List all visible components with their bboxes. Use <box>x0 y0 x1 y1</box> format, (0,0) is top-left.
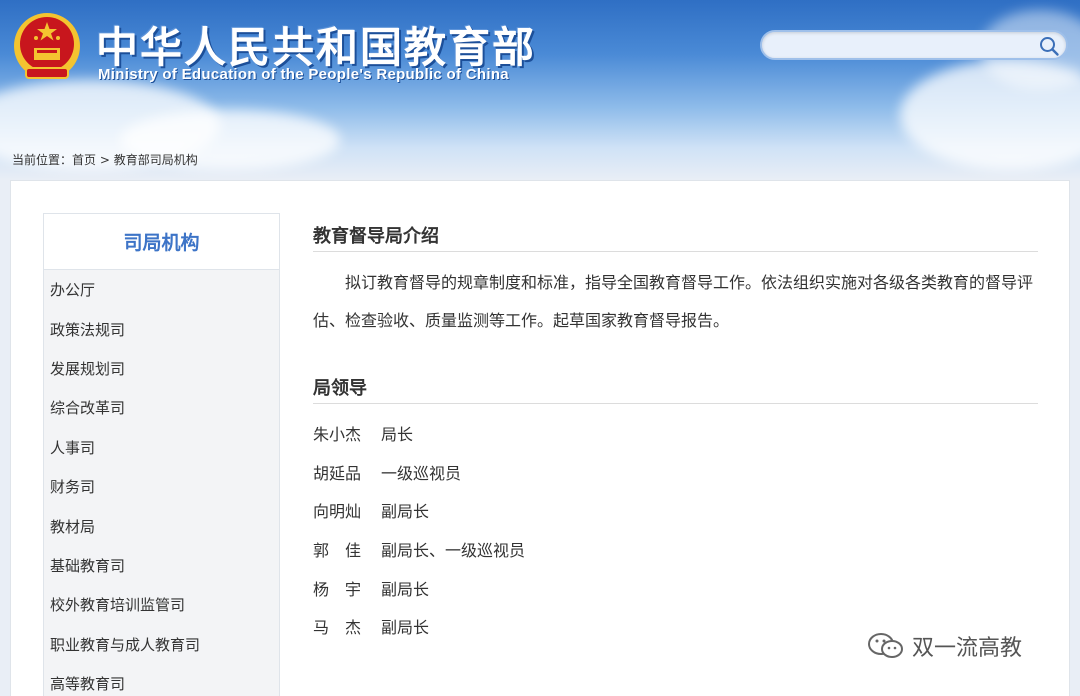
leader-name: 向明灿 <box>313 502 362 522</box>
sidebar-item-textbooks[interactable]: 教材局 <box>44 506 279 545</box>
breadcrumb-current[interactable]: 教育部司局机构 <box>114 153 198 167</box>
sidebar-item-comprehensive-reform[interactable]: 综合改革司 <box>44 388 279 427</box>
sidebar: 司局机构 办公厅 政策法规司 发展规划司 综合改革司 人事司 财务司 教材局 基… <box>43 213 280 696</box>
sidebar-item-off-campus-training[interactable]: 校外教育培训监管司 <box>44 585 279 624</box>
wechat-icon <box>868 633 903 658</box>
leader-title: 副局长 <box>381 618 430 638</box>
leader-title: 副局长 <box>381 502 430 522</box>
breadcrumb-separator: > <box>96 153 114 167</box>
leader-row: 郭 佳 副局长、一级巡视员 <box>313 530 1038 569</box>
intro-paragraph: 拟订教育督导的规章制度和标准，指导全国教育督导工作。依法组织实施对各级各类教育的… <box>313 273 1034 330</box>
breadcrumb-prefix: 当前位置： <box>12 153 73 167</box>
leader-name: 马 杰 <box>313 618 362 638</box>
leader-title: 副局长 <box>381 579 430 599</box>
leader-title: 局长 <box>381 425 414 445</box>
sidebar-title: 司局机构 <box>44 214 279 270</box>
leaders-heading: 局领导 <box>313 374 1038 404</box>
search-box[interactable] <box>760 30 1068 60</box>
sidebar-list: 办公厅 政策法规司 发展规划司 综合改革司 人事司 财务司 教材局 基础教育司 … <box>44 270 279 696</box>
leader-row: 朱小杰 局长 <box>313 414 1038 453</box>
sidebar-item-development-planning[interactable]: 发展规划司 <box>44 349 279 388</box>
sidebar-item-policy-regulations[interactable]: 政策法规司 <box>44 309 279 348</box>
sidebar-item-personnel[interactable]: 人事司 <box>44 428 279 467</box>
sidebar-item-higher-education[interactable]: 高等教育司 <box>44 664 279 696</box>
sidebar-item-finance[interactable]: 财务司 <box>44 467 279 506</box>
intro-heading: 教育督导局介绍 <box>313 222 1038 252</box>
leader-name: 朱小杰 <box>313 425 362 445</box>
main-content: 教育督导局介绍 拟订教育督导的规章制度和标准，指导全国教育督导工作。依法组织实施… <box>313 222 1038 646</box>
watermark-text: 双一流高教 <box>912 636 1023 661</box>
leader-name: 郭 佳 <box>313 541 362 561</box>
national-emblem-icon <box>14 13 80 79</box>
leader-list: 朱小杰 局长 胡延品 一级巡视员 向明灿 副局长 郭 佳 副局长、一级巡视员 杨… <box>313 414 1038 646</box>
breadcrumb-home-link[interactable]: 首页 <box>72 153 96 167</box>
sidebar-item-general-office[interactable]: 办公厅 <box>44 270 279 309</box>
leader-title: 一级巡视员 <box>381 463 462 483</box>
leader-row: 胡延品 一级巡视员 <box>313 453 1038 492</box>
site-title-english: Ministry of Education of the People's Re… <box>98 66 509 83</box>
breadcrumb: 当前位置：首页 > 教育部司局机构 <box>12 151 198 168</box>
leader-name: 胡延品 <box>313 463 362 483</box>
leader-row: 杨 宇 副局长 <box>313 568 1038 607</box>
leader-name: 杨 宇 <box>313 579 362 599</box>
leader-title: 副局长、一级巡视员 <box>381 541 526 561</box>
sidebar-item-vocational-adult-education[interactable]: 职业教育与成人教育司 <box>44 625 279 664</box>
sidebar-item-basic-education[interactable]: 基础教育司 <box>44 546 279 585</box>
search-input[interactable] <box>776 36 1036 56</box>
search-icon[interactable] <box>1038 35 1060 57</box>
leader-row: 向明灿 副局长 <box>313 491 1038 530</box>
watermark: 双一流高教 <box>866 630 1022 662</box>
